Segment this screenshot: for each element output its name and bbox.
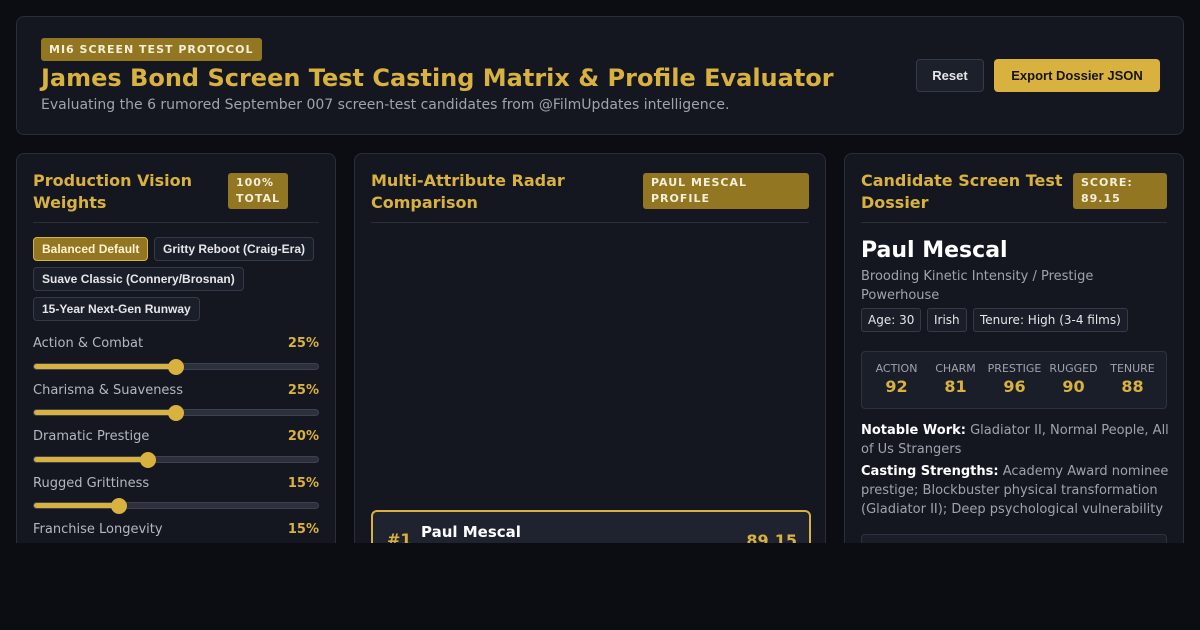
weight-slider-prestige[interactable] <box>33 452 319 468</box>
weight-value-charisma: 25% <box>287 383 319 398</box>
radar-panel-title: Multi-Attribute Radar Comparison <box>371 171 565 212</box>
preset-gritty-reboot[interactable]: Gritty Reboot (Craig-Era) <box>154 237 315 261</box>
dossier-score-badge: SCORE: 89.15 <box>1073 173 1167 209</box>
page-title: James Bond Screen Test Casting Matrix & … <box>41 64 834 92</box>
weight-label-rugged: Rugged Grittiness <box>33 476 150 491</box>
weights-panel-title: Production Vision Weights <box>33 171 192 212</box>
casting-strengths: Casting Strengths: Academy Award nominee… <box>861 464 1169 517</box>
stat-prestige: PRESTIGE 96 <box>987 362 1042 396</box>
radar-chart-area <box>371 234 809 502</box>
app-header: MI6 SCREEN TEST PROTOCOL James Bond Scre… <box>16 16 1184 135</box>
slider-thumb[interactable] <box>168 359 184 375</box>
weight-slider-rugged[interactable] <box>33 498 319 514</box>
page-subtitle: Evaluating the 6 rumored September 007 s… <box>41 97 730 113</box>
preset-suave-classic[interactable]: Suave Classic (Connery/Brosnan) <box>33 267 244 291</box>
weight-slider-charisma[interactable] <box>33 405 319 421</box>
divider <box>371 222 809 223</box>
rank-candidate-name: Paul Mescal <box>421 523 521 541</box>
weight-value-rugged: 15% <box>287 476 319 491</box>
stat-charm: CHARM 81 <box>935 362 976 396</box>
radar-panel: Multi-Attribute Radar Comparison PAUL ME… <box>354 153 826 553</box>
export-dossier-button[interactable]: Export Dossier JSON <box>994 59 1160 92</box>
attribute-stats: ACTION 92 CHARM 81 PRESTIGE 96 RUGGED 90… <box>861 351 1167 409</box>
dossier-panel: Candidate Screen Test Dossier SCORE: 89.… <box>844 153 1184 553</box>
slider-thumb[interactable] <box>111 498 128 514</box>
weight-value-prestige: 20% <box>287 429 319 444</box>
protocol-badge: MI6 SCREEN TEST PROTOCOL <box>41 38 262 61</box>
candidate-name: Paul Mescal <box>861 238 1008 263</box>
weights-total-badge: 100% TOTAL <box>228 173 289 209</box>
stat-action: ACTION 92 <box>875 362 918 396</box>
radar-profile-badge: PAUL MESCAL PROFILE <box>643 173 809 209</box>
notable-work: Notable Work: Gladiator II, Normal Peopl… <box>861 423 1169 457</box>
weight-value-action: 25% <box>287 336 319 351</box>
weight-label-prestige: Dramatic Prestige <box>33 429 150 444</box>
candidate-archetype: Brooding Kinetic Intensity / Prestige Po… <box>861 269 1094 303</box>
weight-slider-action[interactable] <box>33 359 319 375</box>
weights-panel: Production Vision Weights 100% TOTAL Bal… <box>16 153 336 553</box>
preset-balanced-default[interactable]: Balanced Default <box>33 237 149 261</box>
chip-nationality: Irish <box>927 308 967 332</box>
dossier-panel-title: Candidate Screen Test Dossier <box>861 171 1063 212</box>
weight-label-action: Action & Combat <box>33 336 144 351</box>
reset-button[interactable]: Reset <box>916 59 984 92</box>
divider <box>861 222 1167 223</box>
chip-tenure: Tenure: High (3-4 films) <box>973 308 1128 332</box>
weight-label-longevity: Franchise Longevity <box>33 522 163 537</box>
chip-age: Age: 30 <box>861 308 922 332</box>
weight-value-longevity: 15% <box>287 522 319 537</box>
slider-thumb[interactable] <box>139 452 156 468</box>
page-background-strip <box>0 543 1200 630</box>
stat-rugged: RUGGED 90 <box>1049 362 1098 396</box>
weight-label-charisma: Charisma & Suaveness <box>33 383 183 398</box>
divider <box>33 222 319 223</box>
preset-next-gen-runway[interactable]: 15-Year Next-Gen Runway <box>33 297 200 321</box>
slider-thumb[interactable] <box>168 405 184 421</box>
stat-tenure: TENURE 88 <box>1110 362 1155 396</box>
